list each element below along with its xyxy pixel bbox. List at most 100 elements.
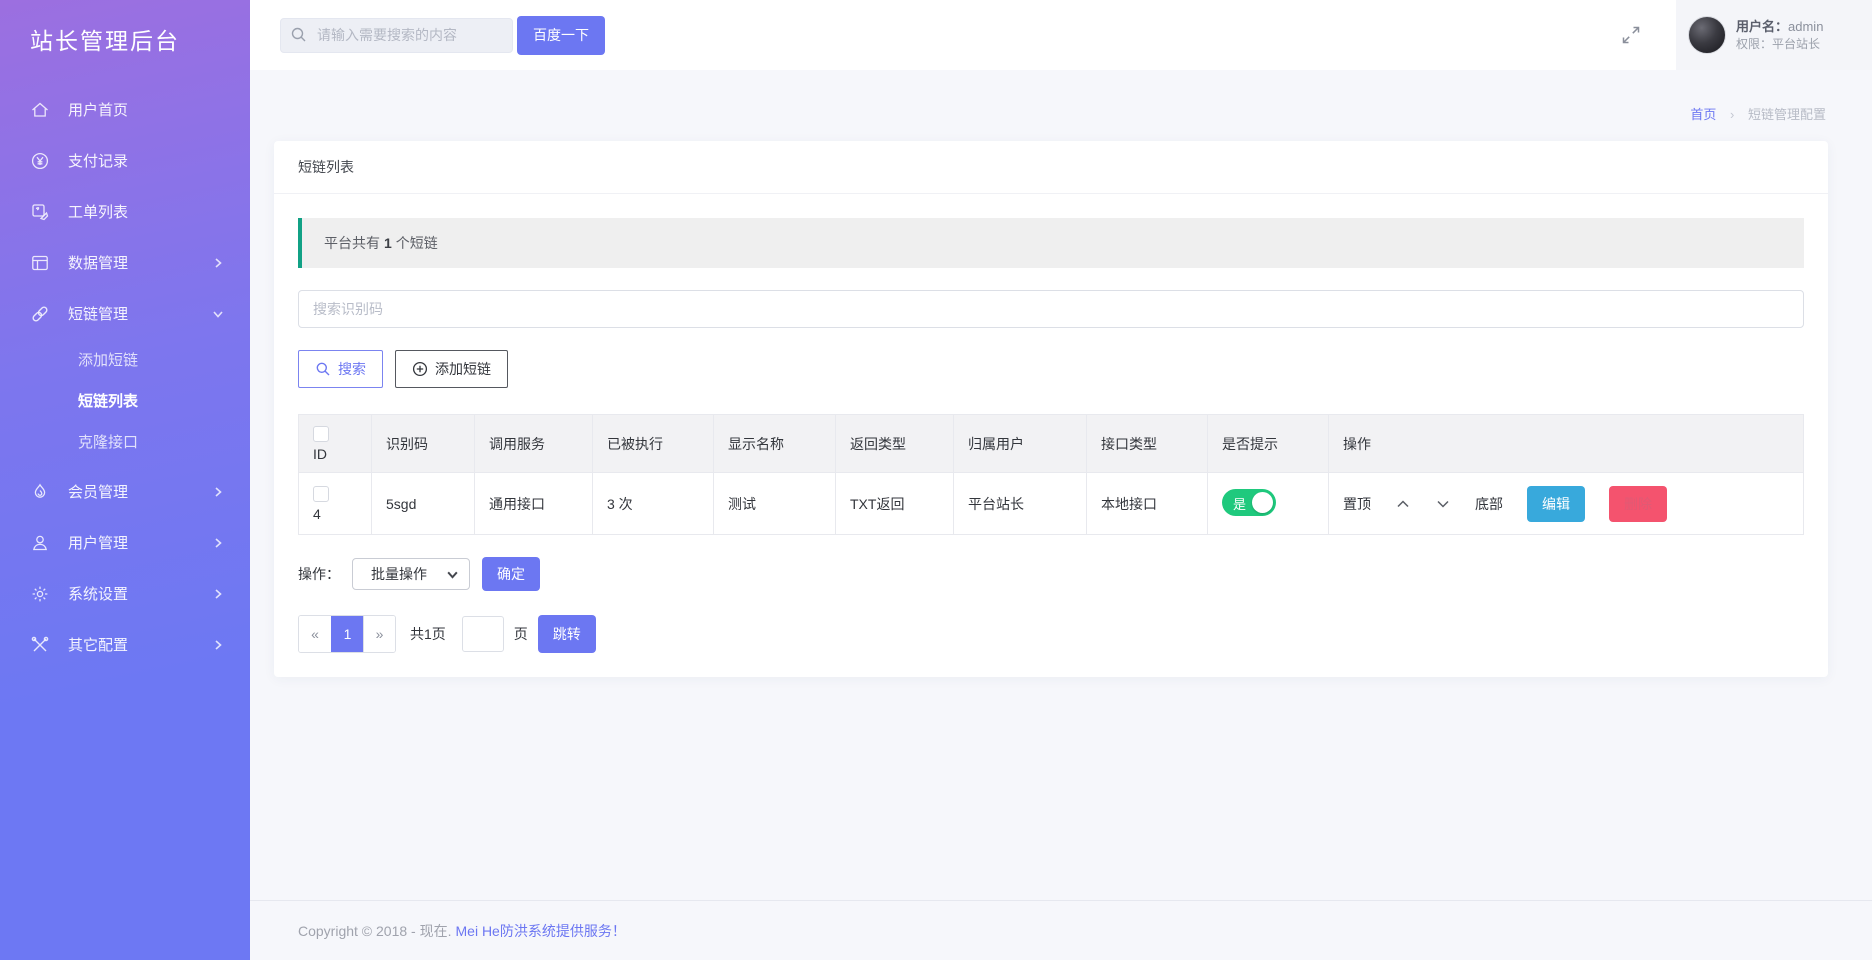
cell-owner: 平台站长	[954, 473, 1087, 535]
prev-page-button[interactable]: «	[299, 616, 331, 652]
sidebar: 站长管理后台 用户首页 支付记录 工单列表 数据管理 短链管理 添加短链 短链列…	[0, 0, 250, 960]
topbar: 百度一下 用户名：admin 权限：平台站长	[250, 0, 1872, 70]
col-id: ID	[299, 415, 372, 473]
bulk-action-select[interactable]: 批量操作	[352, 558, 470, 590]
add-shortlink-button[interactable]: 添加短链	[395, 350, 508, 388]
chevron-right-icon	[212, 486, 224, 498]
sidebar-item-data-management[interactable]: 数据管理	[0, 237, 250, 288]
row-id: 4	[313, 506, 321, 522]
table-row: 4 5sgd 通用接口 3 次 测试 TXT返回 平台站长 本地接口 是	[299, 473, 1804, 535]
tip-toggle-label: 是	[1233, 494, 1246, 513]
shortlink-table: ID 识别码 调用服务 已被执行 显示名称 返回类型 归属用户 接口类型 是否提…	[298, 414, 1804, 535]
avatar	[1688, 16, 1726, 54]
cell-id: 4	[299, 473, 372, 535]
submenu-item-shortlink-list[interactable]: 短链列表	[0, 380, 250, 421]
chevron-right-icon	[212, 588, 224, 600]
user-panel[interactable]: 用户名：admin 权限：平台站长	[1676, 0, 1872, 70]
cell-service: 通用接口	[475, 473, 593, 535]
baidu-search-button[interactable]: 百度一下	[517, 16, 605, 55]
cell-api-type: 本地接口	[1087, 473, 1208, 535]
platform-count-alert: 平台共有1个短链	[298, 218, 1804, 268]
sidebar-item-label: 用户管理	[68, 532, 212, 553]
fire-icon	[30, 482, 50, 502]
sidebar-item-label: 其它配置	[68, 634, 212, 655]
pin-bottom-link[interactable]: 底部	[1475, 494, 1503, 514]
confirm-button[interactable]: 确定	[482, 557, 540, 591]
col-tip: 是否提示	[1208, 415, 1329, 473]
pin-top-link[interactable]: 置顶	[1343, 494, 1371, 514]
ticket-icon	[30, 202, 50, 222]
table-header-row: ID 识别码 调用服务 已被执行 显示名称 返回类型 归属用户 接口类型 是否提…	[299, 415, 1804, 473]
copyright-text: Copyright © 2018 - 现在.	[298, 921, 452, 941]
cell-return-type: TXT返回	[836, 473, 954, 535]
add-button-label: 添加短链	[435, 359, 491, 379]
yen-icon	[30, 151, 50, 171]
plus-circle-icon	[412, 361, 428, 377]
chevron-right-icon	[212, 537, 224, 549]
code-search-input[interactable]	[298, 290, 1804, 328]
page-unit: 页	[514, 624, 528, 644]
sidebar-item-shortlink-management[interactable]: 短链管理	[0, 288, 250, 339]
user-role: 权限：平台站长	[1736, 36, 1823, 52]
action-buttons-row: 搜索 添加短链	[298, 350, 1804, 388]
card-body: 平台共有1个短链 搜索 添加短链	[274, 194, 1828, 677]
col-api-type: 接口类型	[1087, 415, 1208, 473]
cell-code: 5sgd	[372, 473, 475, 535]
topbar-search-input[interactable]	[280, 18, 513, 53]
col-actions: 操作	[1329, 415, 1804, 473]
link-icon	[30, 304, 50, 324]
breadcrumb-home-link[interactable]: 首页	[1690, 107, 1716, 122]
bulk-select-value: 批量操作	[371, 564, 446, 584]
move-up-icon[interactable]	[1395, 496, 1411, 512]
sidebar-item-other-config[interactable]: 其它配置	[0, 619, 250, 670]
user-icon	[30, 533, 50, 553]
submenu-item-clone-api[interactable]: 克隆接口	[0, 421, 250, 462]
delete-button[interactable]: 删除	[1609, 486, 1667, 522]
fullscreen-icon[interactable]	[1620, 24, 1642, 46]
footer-link[interactable]: Mei He防洪系统提供服务！	[456, 921, 626, 941]
submenu-item-add-shortlink[interactable]: 添加短链	[0, 339, 250, 380]
sidebar-item-label: 数据管理	[68, 252, 212, 273]
tip-toggle[interactable]: 是	[1222, 489, 1276, 516]
sidebar-item-system-settings[interactable]: 系统设置	[0, 568, 250, 619]
user-name-label: 用户名：	[1736, 19, 1788, 34]
select-all-checkbox[interactable]	[313, 426, 329, 442]
sidebar-item-ticket-list[interactable]: 工单列表	[0, 186, 250, 237]
sidebar-item-user-management[interactable]: 用户管理	[0, 517, 250, 568]
card-title: 短链列表	[274, 141, 1828, 194]
data-icon	[30, 253, 50, 273]
page-1-button[interactable]: 1	[331, 616, 363, 652]
tip-toggle-knob	[1252, 492, 1273, 513]
user-name-line: 用户名：admin	[1736, 18, 1823, 36]
next-page-button[interactable]: »	[363, 616, 395, 652]
chevron-down-icon	[212, 308, 224, 320]
col-service: 调用服务	[475, 415, 593, 473]
bulk-operation-row: 操作： 批量操作 确定	[298, 557, 1804, 591]
breadcrumb: 首页 › 短链管理配置	[250, 70, 1872, 139]
edit-button[interactable]: 编辑	[1527, 486, 1585, 522]
sidebar-item-user-home[interactable]: 用户首页	[0, 84, 250, 135]
row-checkbox[interactable]	[313, 486, 329, 502]
cell-executed: 3 次	[593, 473, 714, 535]
search-button[interactable]: 搜索	[298, 350, 383, 388]
alert-suffix: 个短链	[396, 235, 438, 251]
col-display-name: 显示名称	[714, 415, 836, 473]
sidebar-item-pay-records[interactable]: 支付记录	[0, 135, 250, 186]
sidebar-item-label: 系统设置	[68, 583, 212, 604]
topbar-right: 用户名：admin 权限：平台站长	[1620, 0, 1872, 70]
bulk-label: 操作：	[298, 564, 340, 584]
search-icon	[290, 26, 308, 44]
sidebar-item-member-management[interactable]: 会员管理	[0, 466, 250, 517]
breadcrumb-separator: ›	[1730, 107, 1734, 122]
user-name: admin	[1788, 19, 1823, 34]
move-down-icon[interactable]	[1435, 496, 1451, 512]
sidebar-item-label: 用户首页	[68, 99, 224, 120]
footer: Copyright © 2018 - 现在. Mei He防洪系统提供服务！	[250, 900, 1872, 960]
jump-button[interactable]: 跳转	[538, 615, 596, 653]
sidebar-item-label: 会员管理	[68, 481, 212, 502]
jump-page-input[interactable]	[462, 616, 504, 652]
tools-icon	[30, 635, 50, 655]
search-button-label: 搜索	[338, 359, 366, 379]
sidebar-item-label: 短链管理	[68, 303, 212, 324]
chevron-right-icon	[212, 257, 224, 269]
